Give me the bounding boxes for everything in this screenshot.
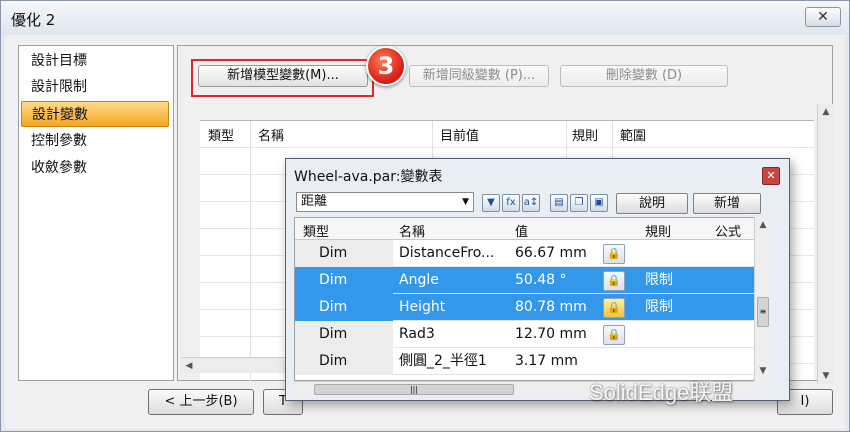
row-rule: 限制 [645, 299, 673, 315]
column-header-value: 值 [515, 225, 529, 240]
lock-icon[interactable]: 🔒 [603, 271, 625, 291]
title-bar: 優化 2 ✕ [1, 1, 849, 35]
row-type: Dim [295, 348, 393, 375]
sort-icon[interactable]: a↕ [522, 194, 540, 212]
row-type: Dim [295, 321, 393, 348]
variable-table-close-icon[interactable]: ✕ [762, 167, 780, 185]
column-divider [250, 121, 251, 381]
column-header-rule: 規則 [572, 129, 599, 144]
optimization-dialog: 優化 2 ✕ 設計目標 設計限制 設計變數 控制參數 收斂參數 新增模型變數(M… [0, 0, 850, 432]
scroll-up-arrow-icon[interactable]: ▲ [755, 217, 771, 233]
chevron-down-icon: ▼ [462, 197, 469, 207]
column-header-type: 類型 [208, 129, 235, 144]
column-header-range: 範圍 [620, 129, 647, 144]
step-number-badge: 3 [366, 46, 406, 86]
row-name: 側圓_2_半徑1 [399, 353, 487, 369]
row-value: 80.78 mm [515, 299, 587, 315]
nav-item-label: 設計限制 [31, 79, 87, 95]
column-header-current-value: 目前值 [440, 129, 480, 144]
nav-item-design-variable[interactable]: 設計變數 [21, 101, 169, 127]
watermark-text: SolidEdge联盟 [589, 380, 734, 405]
column-header-name: 名稱 [258, 129, 285, 144]
lock-icon[interactable]: 🔒 [603, 244, 625, 264]
table-row[interactable]: Dim Angle 50.48 ° 🔒 限制 [295, 267, 769, 294]
print-icon[interactable]: ▤ [550, 194, 568, 212]
row-name: DistanceFro... [399, 245, 495, 261]
formula-icon[interactable]: fx [502, 194, 520, 212]
row-value: 66.67 mm [515, 245, 587, 261]
nav-item-label: 設計變數 [32, 107, 88, 123]
scroll-thumb[interactable]: ≡ [757, 297, 769, 327]
add-button[interactable]: 新增 [693, 193, 761, 214]
variable-table-grid: 類型 名稱 值 規則 公式 Dim DistanceFro... 66.67 m… [294, 217, 770, 381]
paste-icon[interactable]: ▣ [590, 194, 608, 212]
row-value: 3.17 mm [515, 353, 578, 369]
previous-step-button[interactable]: < 上一步(B) [148, 389, 254, 415]
nav-item-label: 收斂參數 [31, 160, 87, 176]
table-row[interactable]: Dim Rad3 12.70 mm 🔒 [295, 321, 769, 348]
row-name: Height [399, 299, 446, 315]
column-header-name: 名稱 [399, 225, 426, 240]
row-type: Dim [295, 294, 393, 321]
table-row[interactable]: Dim 側圓_2_半徑1 3.17 mm [295, 348, 769, 375]
nav-item-design-goal[interactable]: 設計目標 [21, 48, 169, 74]
lock-icon[interactable]: 🔒 [603, 298, 625, 318]
row-rule: 限制 [645, 272, 673, 288]
row-name: Angle [399, 272, 439, 288]
close-button[interactable]: ✕ [805, 7, 841, 27]
filter-dropdown[interactable]: 距離 ▼ [296, 192, 474, 212]
row-rule [645, 240, 705, 267]
variable-table-vertical-scrollbar[interactable]: ▲ ≡ ▼ [754, 217, 771, 381]
nav-item-design-constraint[interactable]: 設計限制 [21, 74, 169, 100]
nav-item-label: 設計目標 [31, 53, 87, 69]
variable-table-header: 類型 名稱 值 規則 公式 [295, 218, 769, 240]
copy-icon[interactable]: ❐ [570, 194, 588, 212]
nav-item-control-parameter[interactable]: 控制參數 [21, 128, 169, 154]
lock-icon[interactable]: 🔒 [603, 325, 625, 345]
help-button[interactable]: 說明 [616, 193, 688, 214]
nav-item-label: 控制參數 [31, 133, 87, 149]
row-name: Rad3 [399, 326, 435, 342]
row-rule [645, 321, 705, 348]
add-sibling-variable-button[interactable]: 新增同級變數 (P)... [409, 65, 549, 87]
filter-icon[interactable]: ▼ [482, 194, 500, 212]
nav-item-convergence-parameter[interactable]: 收斂參數 [21, 155, 169, 181]
table-row[interactable]: Dim DistanceFro... 66.67 mm 🔒 [295, 240, 769, 267]
table-row[interactable]: Dim Height 80.78 mm 🔒 限制 [295, 294, 769, 321]
close-icon: ✕ [817, 9, 829, 25]
row-type: Dim [295, 240, 393, 267]
scroll-left-arrow-icon[interactable]: ◀ [181, 358, 197, 374]
row-value: 12.70 mm [515, 326, 587, 342]
column-header-type: 類型 [303, 225, 330, 240]
panel-vertical-scrollbar[interactable]: ▲ ▼ [817, 104, 833, 384]
scroll-thumb[interactable]: ||| [314, 384, 514, 395]
step-list: 設計目標 設計限制 設計變數 控制參數 收斂參數 [18, 45, 174, 381]
row-value: 50.48 ° [515, 272, 567, 288]
scroll-down-arrow-icon[interactable]: ▼ [818, 368, 834, 384]
column-header-rule: 規則 [645, 225, 672, 240]
column-header-formula: 公式 [715, 225, 742, 240]
filter-dropdown-value: 距離 [301, 194, 328, 209]
row-type: Dim [295, 267, 393, 294]
row-rule [645, 348, 705, 375]
variable-table-title: Wheel-ava.par:變數表 [294, 169, 443, 185]
window-title: 優化 2 [11, 11, 56, 29]
delete-variable-button[interactable]: 刪除變數 (D) [560, 65, 728, 87]
scroll-up-arrow-icon[interactable]: ▲ [818, 104, 834, 120]
scroll-down-arrow-icon[interactable]: ▼ [755, 363, 771, 379]
add-model-variable-button[interactable]: 新增模型變數(M)... [198, 65, 368, 87]
variable-table-window: Wheel-ava.par:變數表 ✕ 距離 ▼ ▼ fx a↕ ▤ ❐ ▣ 說… [285, 158, 790, 401]
